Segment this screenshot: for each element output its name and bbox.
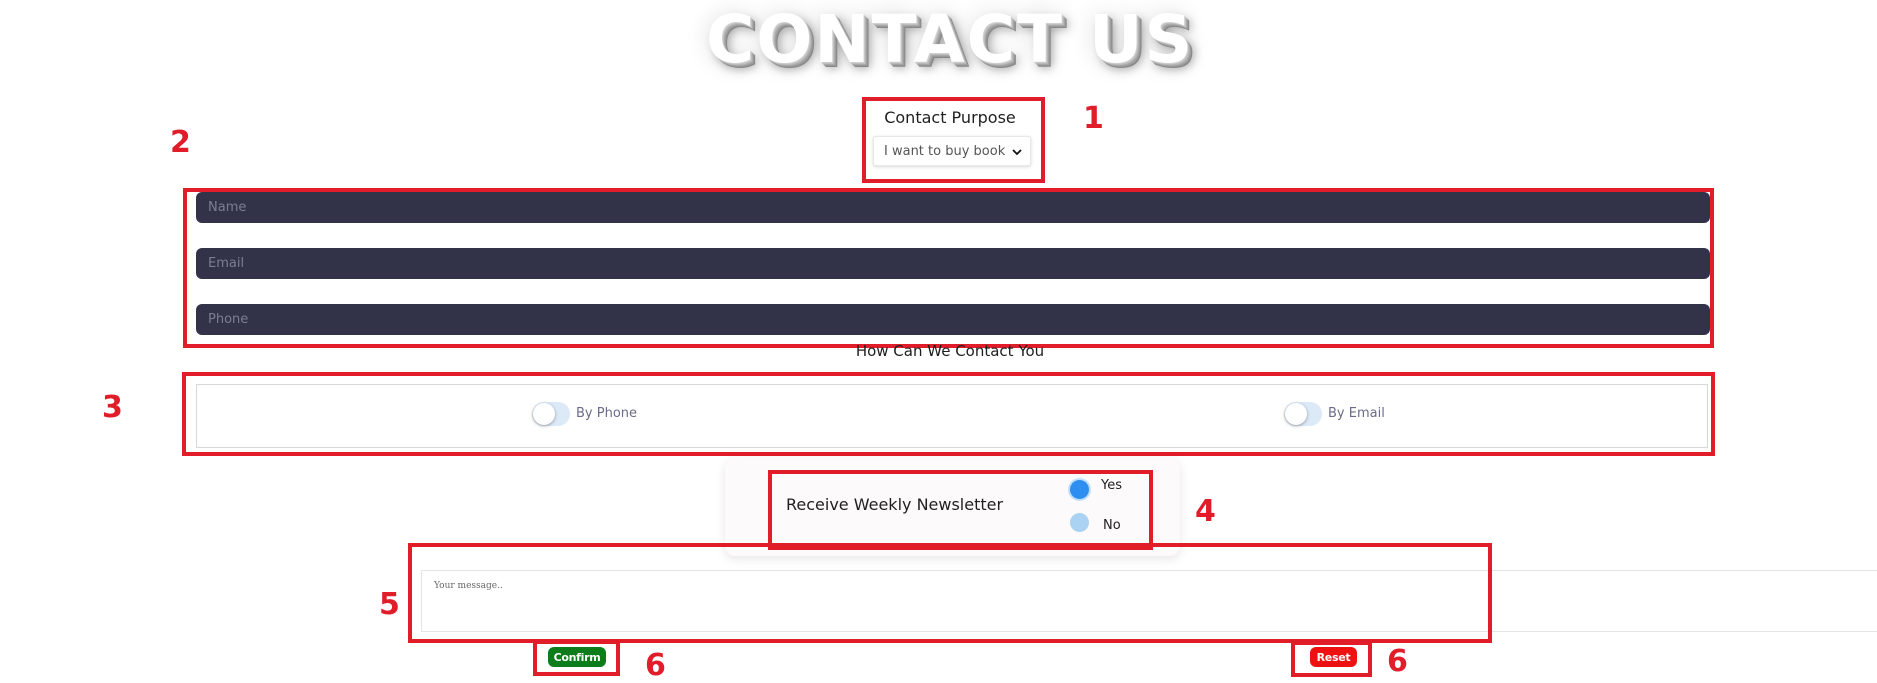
annotation-box-6-confirm — [533, 640, 620, 676]
annotation-number-6-reset: 6 — [1387, 644, 1408, 679]
annotation-box-4 — [768, 470, 1153, 550]
annotation-box-3 — [182, 372, 1715, 456]
annotation-box-6-reset — [1291, 641, 1372, 677]
page-title: CONTACT US — [705, 1, 1195, 78]
annotation-box-5 — [408, 543, 1492, 643]
annotation-number-3: 3 — [102, 390, 123, 425]
annotation-number-4: 4 — [1195, 494, 1216, 529]
contact-method-heading: How Can We Contact You — [855, 342, 1045, 360]
annotation-number-2: 2 — [170, 125, 191, 160]
annotation-number-6-confirm: 6 — [645, 648, 666, 683]
annotation-box-2 — [183, 188, 1714, 348]
annotation-number-5: 5 — [379, 587, 400, 622]
annotation-number-1: 1 — [1083, 101, 1104, 136]
annotation-box-1 — [862, 97, 1045, 183]
